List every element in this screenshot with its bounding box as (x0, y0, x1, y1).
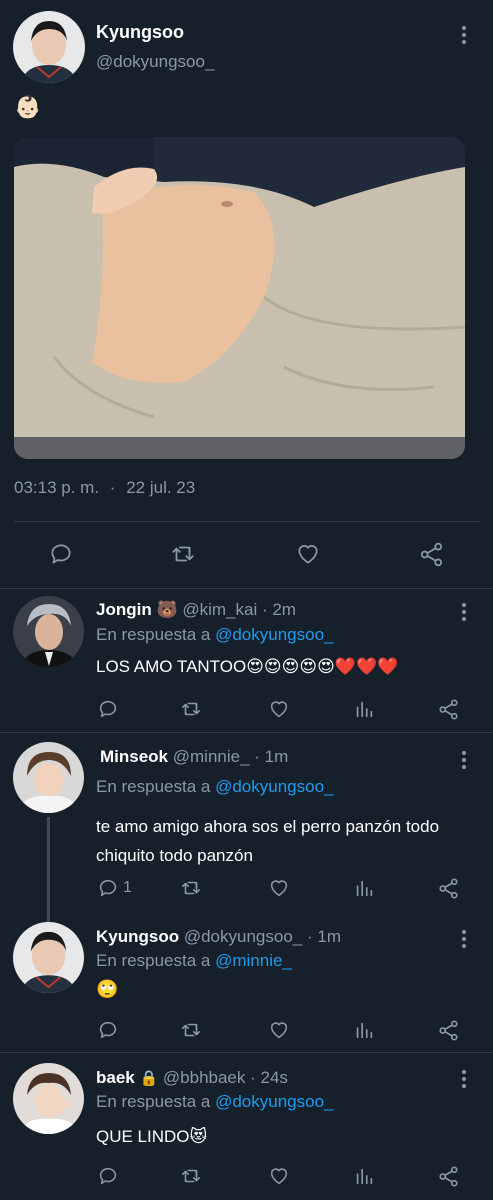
reply-time[interactable]: · 1m (307, 927, 341, 946)
more-icon[interactable] (457, 928, 471, 950)
share-icon[interactable] (418, 541, 445, 568)
heart-icon[interactable] (268, 1019, 290, 1041)
author-handle[interactable]: @dokyungsoo_ (184, 927, 302, 946)
reply-header: baek 🔒 @bbhbaek · 24s (96, 1068, 288, 1088)
reply-text: LOS AMO TANTOO😍😍😍😍😍❤️❤️❤️ (96, 657, 399, 676)
mention-link[interactable]: @dokyungsoo_ (215, 625, 333, 644)
avatar[interactable] (13, 1063, 84, 1134)
author-handle[interactable]: @kim_kai (182, 600, 257, 619)
tweet-timestamp[interactable]: 03:13 p. m. · 22 jul. 23 (14, 478, 195, 498)
heart-icon[interactable] (268, 877, 290, 899)
reply-context: En respuesta a @dokyungsoo_ (96, 1092, 334, 1111)
divider (0, 732, 493, 733)
share-icon[interactable] (437, 1165, 460, 1188)
author-name[interactable]: Kyungsoo (96, 22, 184, 43)
reply-icon[interactable] (48, 541, 74, 567)
reply-header: Jongin 🐻 @kim_kai · 2m (96, 600, 296, 620)
heart-icon[interactable] (295, 541, 321, 567)
author-handle[interactable]: @bbhbaek (163, 1068, 246, 1087)
avatar[interactable] (13, 742, 84, 813)
reply-time[interactable]: · 24s (250, 1068, 288, 1087)
tweet-text: 👶🏻 (14, 94, 42, 119)
retweet-icon[interactable] (179, 1019, 203, 1041)
reply-icon[interactable] (97, 698, 119, 720)
more-icon[interactable] (457, 749, 471, 771)
avatar[interactable] (13, 11, 85, 83)
views-icon[interactable] (353, 877, 375, 899)
tweet-image[interactable] (14, 137, 465, 459)
reply-context: En respuesta a @minnie_ (96, 951, 292, 970)
author-name[interactable]: Jongin 🐻 (96, 600, 178, 619)
author-name[interactable]: baek (96, 1068, 135, 1087)
reply-header: Kyungsoo @dokyungsoo_ · 1m (96, 927, 341, 947)
views-icon[interactable] (353, 1165, 375, 1187)
avatar[interactable] (13, 596, 84, 667)
share-icon[interactable] (437, 1019, 460, 1042)
avatar[interactable] (13, 922, 84, 993)
divider (14, 521, 479, 522)
views-icon[interactable] (353, 698, 375, 720)
retweet-icon[interactable] (179, 1165, 203, 1187)
reply-context: En respuesta a @dokyungsoo_ (96, 625, 334, 644)
divider (0, 1052, 493, 1053)
author-handle[interactable]: @dokyungsoo_ (96, 52, 214, 72)
reply-text: te amo amigo ahora sos el perro panzón t… (96, 817, 440, 865)
retweet-icon[interactable] (169, 541, 197, 567)
reply-text: 🙄 (96, 979, 119, 999)
reply-time[interactable]: · 1m (254, 747, 288, 766)
mention-link[interactable]: @dokyungsoo_ (215, 777, 333, 796)
author-handle[interactable]: @minnie_ (173, 747, 250, 766)
views-icon[interactable] (353, 1019, 375, 1041)
reply-text: QUE LINDO😻 (96, 1127, 208, 1146)
more-icon[interactable] (457, 601, 471, 623)
retweet-icon[interactable] (179, 698, 203, 720)
reply-icon[interactable]: 1 (97, 877, 132, 899)
reply-icon[interactable] (97, 1019, 119, 1041)
more-icon[interactable] (457, 1068, 471, 1090)
reply-time[interactable]: · 2m (262, 600, 296, 619)
heart-icon[interactable] (268, 1165, 290, 1187)
reply-count: 1 (123, 879, 132, 896)
share-icon[interactable] (437, 698, 460, 721)
reply-icon[interactable] (97, 1165, 119, 1187)
author-name[interactable]: Kyungsoo (96, 927, 179, 946)
retweet-icon[interactable] (179, 877, 203, 899)
reply-header: Minseok @minnie_ · 1m (100, 747, 288, 767)
reply-context: En respuesta a @dokyungsoo_ (96, 777, 334, 796)
mention-link[interactable]: @dokyungsoo_ (215, 1092, 333, 1111)
mention-link[interactable]: @minnie_ (215, 951, 292, 970)
author-name[interactable]: Minseok (100, 747, 168, 766)
heart-icon[interactable] (268, 698, 290, 720)
lock-icon: 🔒 (139, 1070, 159, 1087)
thread-line (47, 817, 50, 923)
more-icon[interactable] (457, 24, 471, 46)
divider (0, 588, 493, 589)
share-icon[interactable] (437, 877, 460, 900)
